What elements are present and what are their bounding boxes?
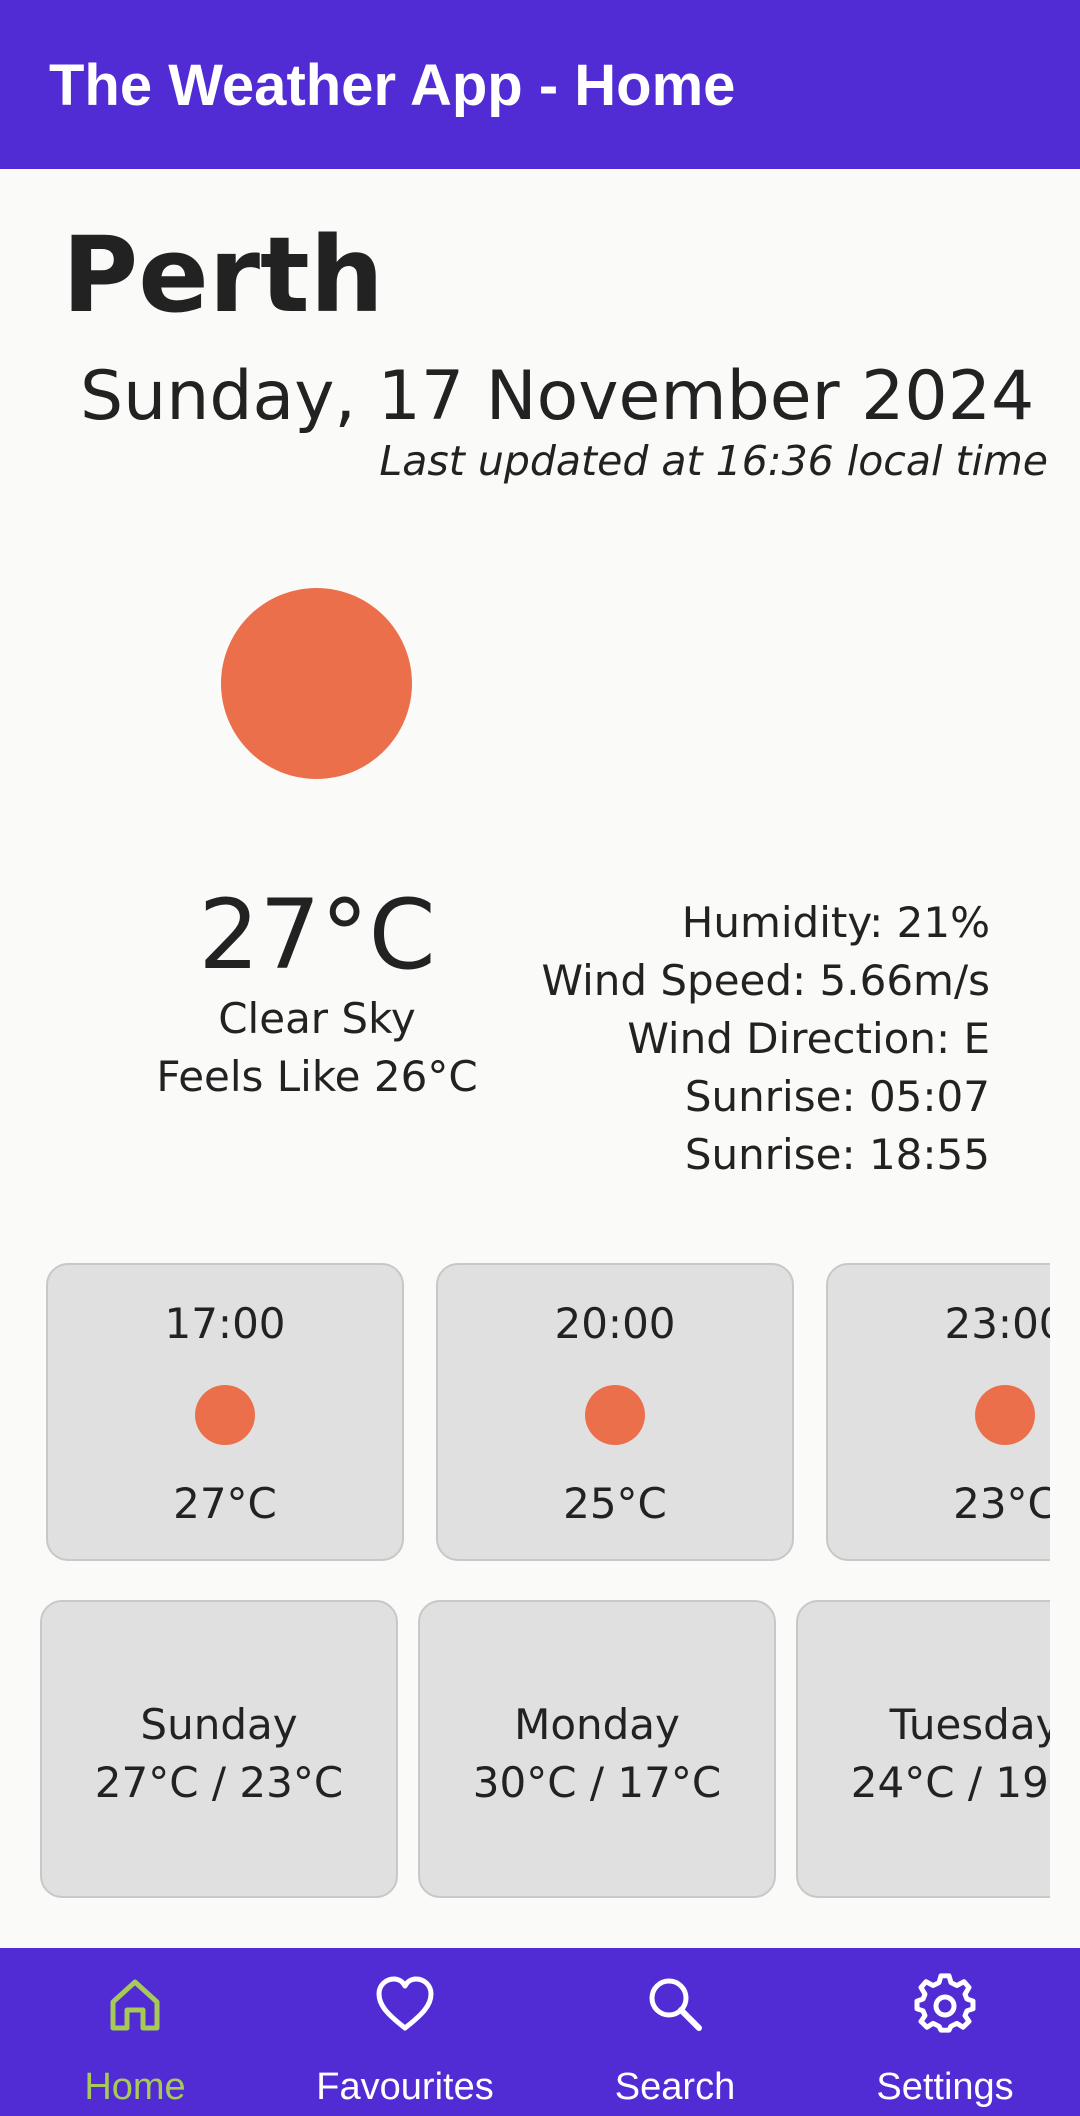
day-temperature-range: 27°C / 23°C <box>94 1758 344 1807</box>
current-description: Clear Sky <box>218 994 416 1044</box>
humidity: Humidity: 21% <box>681 898 990 947</box>
day-name: Monday <box>514 1700 680 1749</box>
wind-direction: Wind Direction: E <box>627 1014 990 1063</box>
hour-time: 20:00 <box>554 1299 676 1348</box>
nav-label: Favourites <box>316 2066 494 2108</box>
day-name: Sunday <box>140 1700 298 1749</box>
hour-temperature: 25°C <box>563 1479 667 1528</box>
day-temperature-range: 30°C / 17°C <box>472 1758 722 1807</box>
heart-icon <box>376 1976 434 2031</box>
hourly-card[interactable]: 23:00 23°C <box>826 1263 1050 1561</box>
bottom-navigation: Home Favourites Search Settings <box>0 1948 1080 2116</box>
hourly-card[interactable]: 17:00 27°C <box>46 1263 404 1561</box>
hourly-card[interactable]: 20:00 25°C <box>436 1263 794 1561</box>
nav-label: Search <box>614 2066 736 2108</box>
search-icon <box>649 1978 702 2031</box>
sunset: Sunrise: 18:55 <box>684 1130 990 1179</box>
sun-icon <box>221 588 412 779</box>
nav-favourites[interactable]: Favourites <box>270 1948 540 2116</box>
app-bar: The Weather App - Home <box>0 0 1080 169</box>
daily-card[interactable]: Monday 30°C / 17°C <box>418 1600 776 1898</box>
nav-home[interactable]: Home <box>0 1948 270 2116</box>
nav-search[interactable]: Search <box>540 1948 810 2116</box>
app-title: The Weather App - Home <box>49 53 736 118</box>
city-name: Perth <box>62 214 384 336</box>
nav-label: Home <box>84 2066 186 2108</box>
weather-details: Humidity: 21% Wind Speed: 5.66m/s Wind D… <box>541 894 990 1184</box>
daily-forecast[interactable]: Sunday 27°C / 23°C Monday 30°C / 17°C Tu… <box>0 1600 1050 1900</box>
sunrise: Sunrise: 05:07 <box>684 1072 990 1121</box>
day-name: Tuesday <box>889 1700 1050 1749</box>
hourly-forecast[interactable]: 17:00 27°C 20:00 25°C 23:00 23°C <box>0 1263 1050 1563</box>
feels-like: Feels Like 26°C <box>156 1052 478 1102</box>
day-temperature-range: 24°C / 19°C <box>850 1758 1050 1807</box>
last-updated: Last updated at 16:36 local time <box>379 437 1048 485</box>
current-date: Sunday, 17 November 2024 <box>80 357 1035 436</box>
current-temperature: 27°C <box>198 879 436 991</box>
daily-card[interactable]: Tuesday 24°C / 19°C <box>796 1600 1050 1898</box>
daily-card[interactable]: Sunday 27°C / 23°C <box>40 1600 398 1898</box>
nav-settings[interactable]: Settings <box>810 1948 1080 2116</box>
hour-temperature: 23°C <box>953 1479 1050 1528</box>
sun-icon <box>195 1385 255 1445</box>
wind-speed: Wind Speed: 5.66m/s <box>541 956 990 1005</box>
gear-icon <box>914 1973 976 2033</box>
current-conditions: 27°C Clear Sky Feels Like 26°C <box>117 880 517 1106</box>
sun-icon <box>975 1385 1035 1445</box>
home-icon <box>110 1979 160 2031</box>
hour-temperature: 27°C <box>173 1479 277 1528</box>
nav-label: Settings <box>876 2066 1014 2108</box>
hour-time: 17:00 <box>164 1299 286 1348</box>
hour-time: 23:00 <box>944 1299 1050 1348</box>
sun-icon <box>585 1385 645 1445</box>
